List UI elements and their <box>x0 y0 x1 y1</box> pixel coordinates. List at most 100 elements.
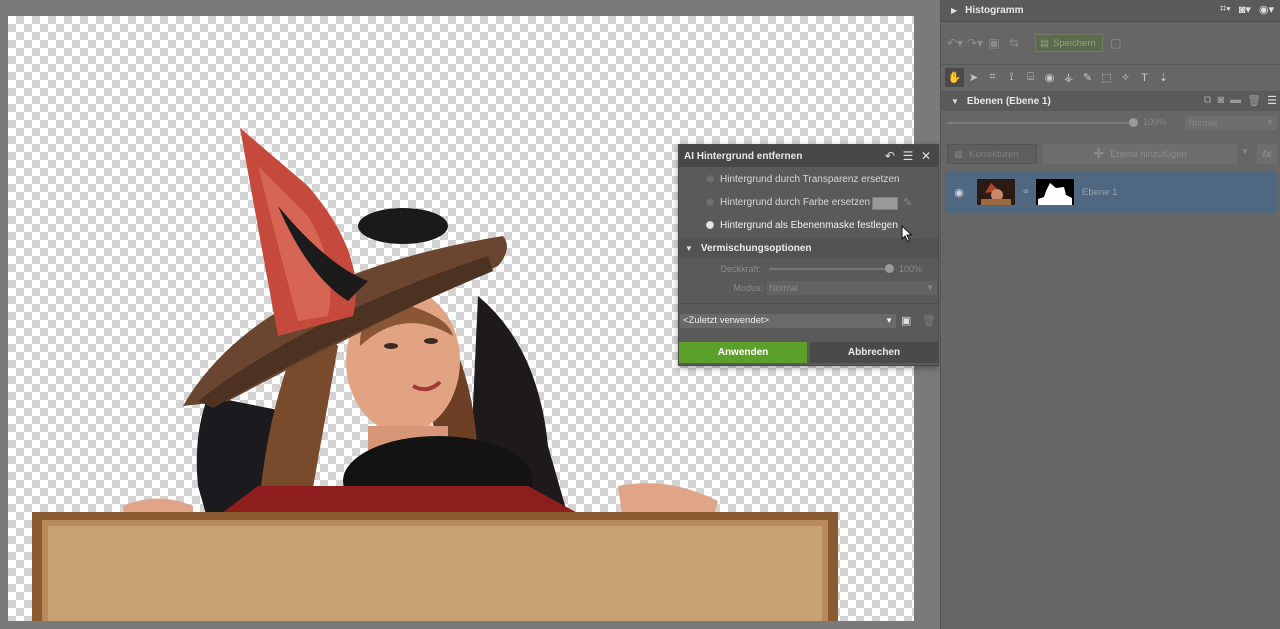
color-swatch[interactable] <box>872 197 898 210</box>
redo-icon[interactable]: ↷▾ <box>967 36 983 50</box>
save-button[interactable]: ▤ Speichern <box>1035 34 1103 52</box>
layer-opacity-knob[interactable] <box>1129 118 1138 127</box>
opacity-slider-knob[interactable] <box>885 264 894 273</box>
save-icon: ▤ <box>1040 37 1049 49</box>
save-preset-icon[interactable]: ▣ <box>901 314 915 328</box>
collapse-arrow-icon: ▼ <box>685 243 693 253</box>
right-panel: ▶ Histogramm ⌗▾ ◙▾ ◉▾ ↶▾ ↷▾ ▣ ⇆ ▤ Speich… <box>940 0 1280 629</box>
crop-tool-icon[interactable]: ⌗ <box>983 68 1002 87</box>
select-tool-icon[interactable]: ➤ <box>964 68 983 87</box>
mask-thumbnail[interactable] <box>1036 179 1074 205</box>
eye-icon[interactable]: ◉ <box>949 186 969 199</box>
mask-thumbnail-image <box>1036 179 1074 205</box>
mode-label: Modus: <box>733 283 763 293</box>
blend-mode-select[interactable]: Normal ▼ <box>767 281 937 295</box>
option-label: Hintergrund durch Farbe ersetzen <box>720 196 871 208</box>
trash-icon[interactable]: 🗑 <box>1247 94 1261 107</box>
canvas-area[interactable]: AI Hintergrund entfernen ↶ ☰ ✕ Hintergru… <box>0 0 940 629</box>
option-label: Hintergrund als Ebenenmaske festlegen <box>720 219 898 231</box>
chevron-down-icon[interactable]: ▼ <box>1241 147 1249 156</box>
history-toolbar: ↶▾ ↷▾ ▣ ⇆ ▤ Speichern ▢ <box>941 29 1280 57</box>
cancel-button[interactable]: Abbrechen <box>810 342 938 363</box>
blend-options-header[interactable]: ▼ Vermischungsoptionen <box>679 238 938 258</box>
divider <box>679 303 938 304</box>
ai-background-removal-dialog: AI Hintergrund entfernen ↶ ☰ ✕ Hintergru… <box>678 144 939 366</box>
duplicate-layer-icon[interactable]: ⧉ <box>1204 94 1212 107</box>
close-icon[interactable]: ✕ <box>918 148 934 164</box>
eyedropper-icon[interactable]: ✎ <box>903 196 917 210</box>
eye-tool-icon[interactable]: ◉ <box>1040 68 1059 87</box>
layers-tools: ⧉ ◙ ▬ 🗑 ☰ <box>1204 94 1277 107</box>
preset-select[interactable]: <Zuletzt verwendet> ▼ <box>680 314 896 328</box>
layer-opacity-value: 100% <box>1143 117 1167 127</box>
histogram-tools: ⌗▾ ◙▾ ◉▾ <box>1220 3 1274 16</box>
layer-opacity-row: 100% Normal ▼ <box>941 114 1280 132</box>
add-mask-icon[interactable]: ◙ <box>1218 94 1225 107</box>
undo-icon[interactable]: ↶ <box>882 148 898 164</box>
histogram-title: Histogramm <box>965 5 1024 16</box>
apply-button[interactable]: Anwenden <box>679 342 807 363</box>
opacity-slider[interactable] <box>769 264 894 273</box>
layer-thumbnail-image <box>977 179 1015 205</box>
export-icon[interactable]: ▢ <box>1109 36 1123 50</box>
tools-row: ✋ ➤ ⌗ ⟟ ⌸ ◉ ⚶ ✎ ⬚ ✧ T ⇣ <box>941 64 1280 90</box>
blend-mode-value: Normal <box>769 283 799 293</box>
blend-options-title: Vermischungsoptionen <box>700 242 812 254</box>
chevron-down-icon: ▼ <box>926 283 934 292</box>
magic-wand-icon[interactable]: ✧ <box>1116 68 1135 87</box>
option-layer-mask[interactable]: Hintergrund als Ebenenmaske festlegen <box>706 217 898 233</box>
selection-tool-icon[interactable]: ⬚ <box>1097 68 1116 87</box>
opacity-value: 100% <box>899 264 923 274</box>
chevron-down-icon: ▼ <box>1266 118 1274 127</box>
radio-layer-mask[interactable] <box>706 221 714 229</box>
image-icon[interactable]: ▣ <box>987 36 1001 50</box>
trash-icon[interactable]: 🗑 <box>922 314 936 328</box>
adjustment-row: ▦ Korrekturen ✚ Ebene hinzufügen ▼ fx <box>941 143 1280 165</box>
corrections-label: Korrekturen <box>968 148 1019 160</box>
layer-thumbnail <box>977 179 1015 205</box>
hand-tool-icon[interactable]: ✋ <box>945 68 964 87</box>
opacity-label: Deckkraft: <box>720 264 761 274</box>
layers-header[interactable]: ▼ Ebenen (Ebene 1) ⧉ ◙ ▬ 🗑 ☰ <box>941 91 1280 111</box>
layer-name: Ebene 1 <box>1082 186 1118 198</box>
dialog-titlebar[interactable]: AI Hintergrund entfernen ↶ ☰ ✕ <box>679 145 938 167</box>
add-layer-label: Ebene hinzufügen <box>1110 148 1187 160</box>
layer-row[interactable]: ◉ ⚭ Ebene 1 <box>945 171 1277 213</box>
layer-blend-mode-select[interactable]: Normal ▼ <box>1185 116 1277 130</box>
link-icon[interactable]: ⚭ <box>1018 187 1034 198</box>
menu-icon[interactable]: ☰ <box>900 148 916 164</box>
add-layer-button[interactable]: ✚ Ebene hinzufügen <box>1043 144 1237 164</box>
compare-icon[interactable]: ⇆ <box>1007 36 1021 50</box>
text-tool-icon[interactable]: T <box>1135 68 1154 87</box>
grid-icon: ▦ <box>954 148 963 160</box>
fx-button[interactable]: fx <box>1257 144 1277 164</box>
undo-icon[interactable]: ↶▾ <box>947 36 963 50</box>
collapse-arrow-icon: ▼ <box>951 96 959 106</box>
histogram-header[interactable]: ▶ Histogramm ⌗▾ ◙▾ ◉▾ <box>941 0 1280 22</box>
plus-icon: ✚ <box>1093 146 1105 161</box>
option-transparency[interactable]: Hintergrund durch Transparenz ersetzen <box>706 171 900 187</box>
option-color[interactable]: Hintergrund durch Farbe ersetzen <box>706 194 870 210</box>
mask-view-icon[interactable]: ◙▾ <box>1239 3 1251 16</box>
expand-arrow-icon: ▶ <box>951 6 958 15</box>
radio-transparency[interactable] <box>706 175 714 183</box>
folder-icon[interactable]: ▬ <box>1230 94 1241 107</box>
mouse-pointer-icon <box>901 225 913 243</box>
corrections-button[interactable]: ▦ Korrekturen <box>947 144 1037 164</box>
layer-opacity-slider[interactable] <box>947 118 1138 127</box>
dialog-title: AI Hintergrund entfernen <box>684 150 803 162</box>
more-tools-icon[interactable]: ⇣ <box>1154 68 1173 87</box>
layers-title: Ebenen (Ebene 1) <box>966 95 1051 107</box>
layer-blend-mode-value: Normal <box>1188 118 1218 128</box>
option-label: Hintergrund durch Transparenz ersetzen <box>720 173 900 185</box>
circle-view-icon[interactable]: ◉▾ <box>1259 3 1274 16</box>
transform-tool-icon[interactable]: ⟟ <box>1002 68 1021 87</box>
preset-value: <Zuletzt verwendet> <box>683 315 770 326</box>
perspective-tool-icon[interactable]: ⌸ <box>1021 68 1040 87</box>
radio-color[interactable] <box>706 198 714 206</box>
brush-tool-icon[interactable]: ✎ <box>1078 68 1097 87</box>
save-label: Speichern <box>1052 37 1096 49</box>
stamp-tool-icon[interactable]: ⚶ <box>1059 68 1078 87</box>
crop-icon[interactable]: ⌗▾ <box>1220 3 1231 16</box>
menu-icon[interactable]: ☰ <box>1267 94 1277 107</box>
